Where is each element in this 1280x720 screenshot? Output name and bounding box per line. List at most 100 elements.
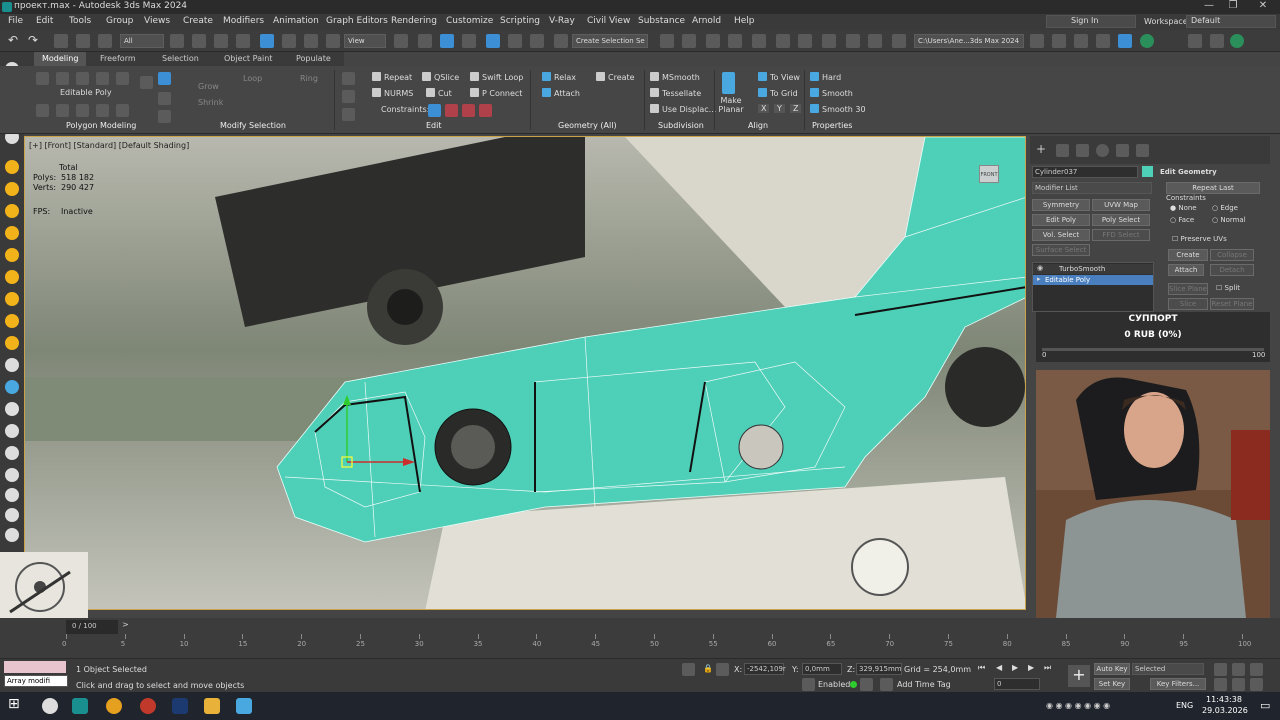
slice-plane-button[interactable]: Slice Plane <box>1168 283 1208 295</box>
stack-item-editable-poly[interactable]: ▸ Editable Poly <box>1033 275 1153 285</box>
tab-selection[interactable]: Selection <box>162 54 199 63</box>
menu-arnold[interactable]: Arnold <box>692 16 721 26</box>
go-to-start-icon[interactable]: ⏮ <box>978 663 985 673</box>
current-frame-field[interactable]: 0 <box>994 678 1040 690</box>
ffd-select-button[interactable]: FFD Select <box>1092 229 1150 241</box>
utilities-icon[interactable] <box>5 182 19 196</box>
attach-geometry-button[interactable]: Attach <box>1168 264 1204 276</box>
tab-freeform[interactable]: Freeform <box>100 54 136 63</box>
ribbon-menu-icon[interactable] <box>342 72 355 85</box>
selection-filter-dropdown[interactable]: All <box>120 34 164 48</box>
preserve-uvs-checkbox[interactable]: ☐ Preserve UVs <box>1172 235 1227 243</box>
snaps-toggle-icon[interactable] <box>462 34 476 48</box>
walkthrough-icon[interactable] <box>5 358 19 372</box>
scale-icon[interactable] <box>304 34 318 48</box>
to-view-button[interactable]: To View <box>758 72 800 82</box>
project-path-field[interactable]: C:\Users\Ane...3ds Max 2024 <box>914 34 1024 48</box>
auto-key-button[interactable]: Auto Key <box>1094 663 1130 675</box>
menu-help[interactable]: Help <box>734 16 755 26</box>
group-edit[interactable]: Edit <box>426 121 442 130</box>
border-icon[interactable] <box>76 72 89 85</box>
redo-icon[interactable]: ↷ <box>28 34 42 48</box>
grow-button[interactable]: Grow <box>198 82 219 91</box>
tray-icons[interactable]: ◉ ◉ ◉ ◉ ◉ ◉ ◉ <box>1046 701 1110 710</box>
reset-plane-button[interactable]: Reset Plane <box>1210 298 1254 310</box>
menu-file[interactable]: File <box>8 16 23 26</box>
zoom-extents-icon[interactable] <box>1250 663 1263 676</box>
maximize-viewport-icon[interactable] <box>1250 678 1263 691</box>
viewport-label[interactable]: [+] [Front] [Standard] [Default Shading] <box>29 141 189 150</box>
absolute-mode-icon[interactable] <box>716 663 729 676</box>
expand-icon[interactable]: ▸ <box>1037 275 1041 283</box>
msmooth-button[interactable]: MSmooth <box>650 72 700 82</box>
group-subdivision[interactable]: Subdivision <box>658 121 704 130</box>
preview-icon[interactable] <box>36 104 49 117</box>
align-z-button[interactable]: Z <box>790 104 802 113</box>
render-setup-icon[interactable] <box>846 34 860 48</box>
align-x-button[interactable]: X <box>758 104 770 113</box>
shrink-button[interactable]: Shrink <box>198 98 223 107</box>
arnold-render-icon[interactable] <box>1052 34 1066 48</box>
named-selection-dropdown[interactable]: Create Selection Se <box>572 34 648 48</box>
move-icon[interactable] <box>260 34 274 48</box>
rect-selection-icon[interactable] <box>214 34 228 48</box>
create-tab-icon[interactable]: + <box>1036 142 1046 156</box>
symmetry-button[interactable]: Symmetry <box>1032 199 1090 211</box>
camera-orbit-icon[interactable] <box>5 508 19 522</box>
constraint-face-icon[interactable] <box>462 104 475 117</box>
vray-frame-icon[interactable] <box>1074 34 1088 48</box>
by-angle-icon[interactable] <box>158 92 171 105</box>
group-polygon-modeling[interactable]: Polygon Modeling <box>66 121 136 130</box>
window-crossing-icon[interactable] <box>236 34 250 48</box>
detach-button[interactable]: Detach <box>1210 264 1254 276</box>
key-filters-button[interactable]: Key Filters... <box>1150 678 1206 690</box>
shrink-grow-icon[interactable] <box>158 110 171 123</box>
repeat-last-button[interactable]: Repeat Last <box>1166 182 1260 194</box>
rotate-icon[interactable] <box>282 34 296 48</box>
prev-frame-icon[interactable]: ◀ <box>996 663 1002 672</box>
use-nurms-icon[interactable] <box>56 104 69 117</box>
tab-object-paint[interactable]: Object Paint <box>224 54 272 63</box>
render-preview-icon[interactable] <box>5 528 19 542</box>
angle-snap-icon[interactable] <box>486 34 500 48</box>
maxscript-input[interactable]: Array modifi <box>4 675 68 687</box>
align-icon[interactable] <box>682 34 696 48</box>
ribbon-collapse-icon[interactable] <box>342 108 355 121</box>
make-planar-label[interactable]: Make Planar <box>718 96 744 114</box>
ribbon-toggle-icon[interactable] <box>752 34 766 48</box>
bind-spacewarp-icon[interactable] <box>98 34 112 48</box>
surface-select-button[interactable]: Surface Select <box>1032 244 1090 256</box>
use-displacement-button[interactable]: Use Displac... <box>650 104 716 114</box>
clock-date[interactable]: 29.03.2026 <box>1202 706 1248 715</box>
make-planar-icon[interactable] <box>722 72 735 94</box>
vray-render-icon[interactable] <box>1096 34 1110 48</box>
toggle-command-icon[interactable] <box>96 104 109 117</box>
display-icon[interactable] <box>5 160 19 174</box>
object-name-field[interactable]: Cylinder037 <box>1032 166 1138 178</box>
undo-icon[interactable]: ↶ <box>8 34 22 48</box>
scene-explorer-icon[interactable] <box>706 34 720 48</box>
menu-customize[interactable]: Customize <box>446 16 493 26</box>
enabled-indicator[interactable] <box>850 681 857 688</box>
repeat-button[interactable]: Repeat <box>372 72 412 82</box>
reference-coord-dropdown[interactable]: View <box>344 34 386 48</box>
y-coord-field[interactable]: 0,0mm <box>802 663 842 675</box>
collapse-stack-icon[interactable] <box>76 104 89 117</box>
layer-explorer-icon[interactable] <box>728 34 742 48</box>
explorer-icon[interactable] <box>204 698 220 714</box>
menu-substance[interactable]: Substance <box>638 16 685 26</box>
project-folder-icon[interactable] <box>1030 34 1044 48</box>
group-geometry[interactable]: Geometry (All) <box>558 121 617 130</box>
fov-icon[interactable] <box>1214 678 1227 691</box>
tessellate-button[interactable]: Tessellate <box>650 88 701 98</box>
pan-icon[interactable] <box>1232 678 1245 691</box>
schematic-view-icon[interactable] <box>798 34 812 48</box>
polygon-icon[interactable] <box>96 72 109 85</box>
split-checkbox[interactable]: ☐ Split <box>1216 284 1240 292</box>
smooth-button[interactable]: Smooth <box>810 88 853 98</box>
material-editor-icon[interactable] <box>822 34 836 48</box>
lock-icon[interactable]: 🔒 <box>703 664 713 673</box>
photos-icon[interactable] <box>236 698 252 714</box>
lights-icon[interactable] <box>5 226 19 240</box>
constraint-edge-radio[interactable]: ○ Edge <box>1212 204 1238 212</box>
